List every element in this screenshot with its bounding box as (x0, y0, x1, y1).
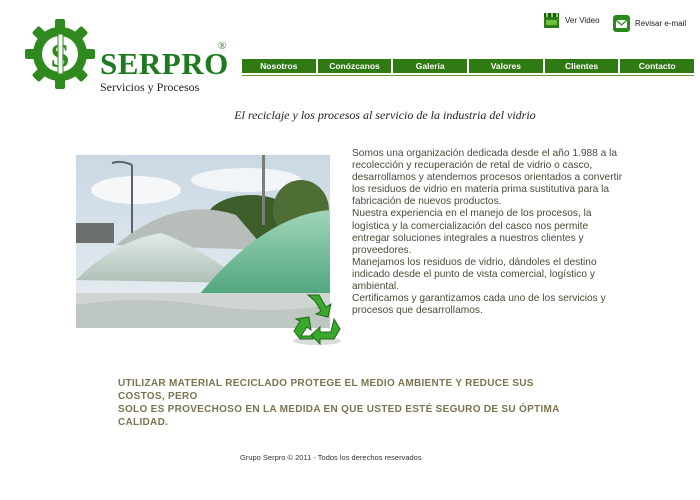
nav-valores[interactable]: Valores (469, 59, 543, 73)
gear-logo-icon: S (25, 19, 95, 89)
slogan-line: SOLO ES PROVECHOSO EN LA MEDIDA EN QUE U… (118, 404, 560, 428)
about-paragraph: Certificamos y garantizamos cada uno de … (352, 293, 606, 317)
nav-galeria[interactable]: Galeria (393, 59, 468, 73)
logo-subtitle: Servicios y Procesos (100, 80, 200, 94)
tagline: El reciclaje y los procesos al servicio … (234, 108, 536, 122)
slogan: UTILIZAR MATERIAL RECICLADO PROTEGE EL M… (118, 377, 578, 429)
slogan-line: UTILIZAR MATERIAL RECICLADO PROTEGE EL M… (118, 378, 534, 402)
footer-copyright: Grupo Serpro © 2011 - Todos los derechos… (240, 453, 422, 462)
envelope-icon (613, 15, 630, 32)
nav-conozcanos[interactable]: Conózcanos (317, 59, 392, 73)
nav-contacto[interactable]: Contacto (620, 59, 695, 73)
nav-divider (242, 75, 694, 76)
recycle-icon (293, 294, 341, 346)
top-links: Ver Video Revisar e-mail (543, 12, 693, 38)
about-paragraph: Somos una organización dedicada desde el… (352, 148, 623, 208)
video-link[interactable]: Ver Video (543, 12, 600, 29)
logo-name: SERPRO (100, 46, 229, 81)
main-nav: Nosotros Conózcanos Galeria Valores Clie… (242, 59, 695, 73)
registered-mark: ® (218, 40, 227, 52)
site-logo[interactable]: S SERPRO ® Servicios y Procesos (24, 18, 234, 98)
email-link-label: Revisar e-mail (635, 19, 687, 28)
video-link-label: Ver Video (565, 16, 600, 25)
about-text: Somos una organización dedicada desde el… (352, 148, 627, 317)
email-link[interactable]: Revisar e-mail (613, 15, 686, 32)
about-paragraph: Nuestra experiencia en el manejo de los … (352, 208, 592, 256)
about-paragraph: Manejamos los residuos de vidrio, dándol… (352, 256, 597, 293)
film-clapper-icon (544, 13, 559, 28)
nav-clientes[interactable]: Clientes (544, 59, 619, 73)
nav-nosotros[interactable]: Nosotros (242, 59, 316, 73)
